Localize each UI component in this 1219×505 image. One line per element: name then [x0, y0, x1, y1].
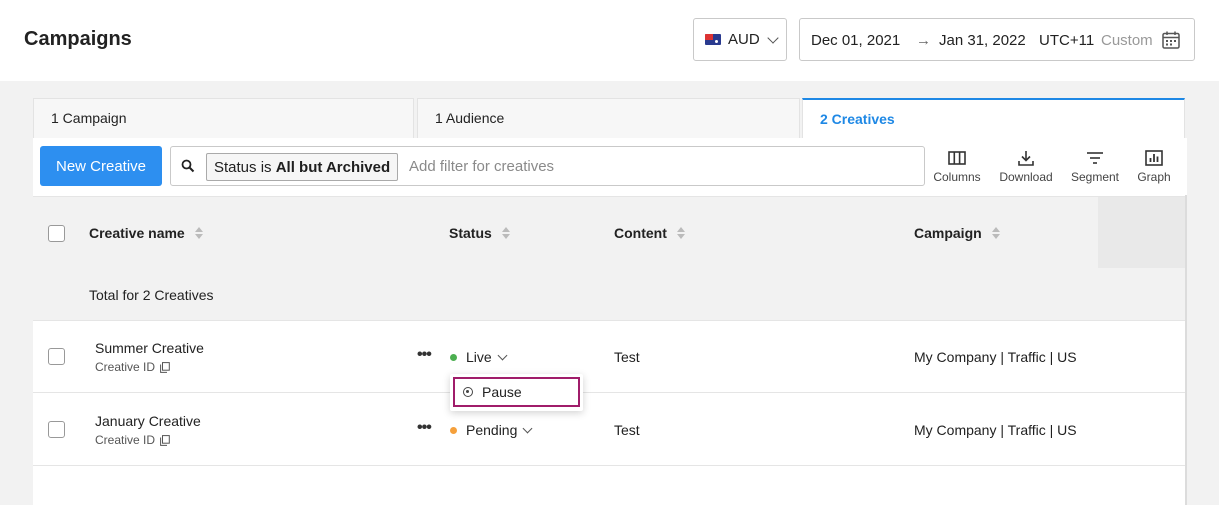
download-button[interactable]: Download	[991, 150, 1061, 184]
filter-chip-prefix: Status is	[214, 159, 276, 176]
currency-selector[interactable]: AUD	[693, 18, 787, 61]
copy-icon[interactable]	[160, 361, 170, 373]
scrollbar-track[interactable]	[1185, 195, 1187, 505]
download-label: Download	[999, 170, 1053, 184]
status-label: Live	[466, 349, 492, 365]
select-all-checkbox[interactable]	[48, 225, 65, 242]
pause-icon	[463, 387, 473, 397]
currency-label: AUD	[728, 31, 760, 48]
table-row: Summer Creative Creative ID ••• Live Tes…	[33, 321, 1187, 393]
sort-icon[interactable]	[501, 227, 510, 239]
column-header-campaign[interactable]: Campaign	[914, 225, 1000, 241]
date-end: Jan 31, 2022	[939, 32, 1026, 49]
date-range-picker[interactable]: Dec 01, 2021 → Jan 31, 2022 UTC+11 Custo…	[799, 18, 1195, 61]
column-header-status[interactable]: Status	[449, 225, 510, 241]
more-actions-icon[interactable]: •••	[417, 419, 432, 437]
campaign-cell[interactable]: My Company | Traffic | US	[914, 349, 1077, 365]
tab-audience[interactable]: 1 Audience	[417, 98, 800, 138]
more-actions-icon[interactable]: •••	[417, 346, 432, 364]
search-icon	[181, 159, 195, 173]
creative-name[interactable]: January Creative	[95, 413, 201, 429]
creative-name[interactable]: Summer Creative	[95, 340, 204, 356]
content-cell: Test	[614, 349, 640, 365]
status-label: Pending	[466, 422, 518, 438]
column-header-label: Campaign	[914, 225, 982, 241]
creative-id-label: Creative ID	[95, 360, 156, 374]
campaign-cell[interactable]: My Company | Traffic | US	[914, 422, 1077, 438]
table-header-filler	[1098, 197, 1187, 269]
column-header-label: Status	[449, 225, 492, 241]
creative-id[interactable]: Creative ID	[95, 360, 170, 374]
status-dropdown[interactable]: Pending	[450, 422, 533, 438]
chevron-down-icon	[522, 423, 533, 433]
sort-icon[interactable]	[991, 227, 1000, 239]
chevron-down-icon	[767, 31, 779, 44]
tab-campaign[interactable]: 1 Campaign	[33, 98, 414, 138]
graph-label: Graph	[1137, 170, 1171, 184]
column-header-creative-name[interactable]: Creative name	[89, 225, 203, 241]
copy-icon[interactable]	[160, 434, 170, 446]
arrow-right-icon: →	[916, 32, 931, 49]
status-menu: Pause	[450, 374, 583, 411]
columns-button[interactable]: Columns	[922, 150, 992, 184]
pause-label: Pause	[482, 384, 522, 400]
calendar-icon[interactable]	[1161, 30, 1181, 50]
filter-chip-value: All but Archived	[275, 159, 391, 176]
table-row: January Creative Creative ID ••• Pending…	[33, 394, 1187, 466]
filter-input[interactable]: Add filter for creatives	[409, 158, 554, 175]
table-header: Creative name Status Content Campaign	[33, 196, 1187, 269]
status-dropdown[interactable]: Live	[450, 349, 508, 365]
total-row: Total for 2 Creatives	[33, 268, 1187, 321]
total-label: Total for 2 Creatives	[89, 287, 214, 303]
graph-button[interactable]: Graph	[1119, 150, 1189, 184]
column-header-content[interactable]: Content	[614, 225, 685, 241]
columns-icon	[948, 151, 966, 165]
row-checkbox[interactable]	[48, 421, 65, 438]
pause-menu-item[interactable]: Pause	[453, 377, 580, 407]
content-cell: Test	[614, 422, 640, 438]
creative-id[interactable]: Creative ID	[95, 433, 170, 447]
australia-flag-icon	[705, 34, 721, 45]
segment-label: Segment	[1070, 170, 1120, 184]
segment-icon	[1087, 152, 1103, 164]
status-dot	[450, 426, 457, 434]
sort-icon[interactable]	[194, 227, 203, 239]
tab-creatives[interactable]: 2 Creatives	[802, 98, 1185, 138]
timezone-label: UTC+11	[1039, 32, 1095, 49]
range-preset-label: Custom	[1101, 32, 1153, 49]
status-dot	[450, 353, 457, 361]
filter-bar[interactable]: Status is All but Archived Add filter fo…	[170, 146, 925, 186]
status-filter-chip[interactable]: Status is All but Archived	[206, 153, 399, 181]
row-checkbox[interactable]	[48, 348, 65, 365]
sort-icon[interactable]	[676, 227, 685, 239]
creative-id-label: Creative ID	[95, 433, 156, 447]
column-header-label: Content	[614, 225, 667, 241]
page-title: Campaigns	[24, 28, 132, 50]
columns-label: Columns	[933, 170, 981, 184]
download-icon	[1018, 151, 1034, 166]
creatives-panel: New Creative Status is All but Archived …	[33, 138, 1187, 505]
new-creative-button[interactable]: New Creative	[40, 146, 162, 186]
top-bar: Campaigns AUD Dec 01, 2021 → Jan 31, 202…	[0, 0, 1219, 81]
graph-icon	[1145, 150, 1163, 166]
date-start: Dec 01, 2021	[811, 32, 901, 49]
column-header-label: Creative name	[89, 225, 185, 241]
chevron-down-icon	[497, 350, 508, 360]
